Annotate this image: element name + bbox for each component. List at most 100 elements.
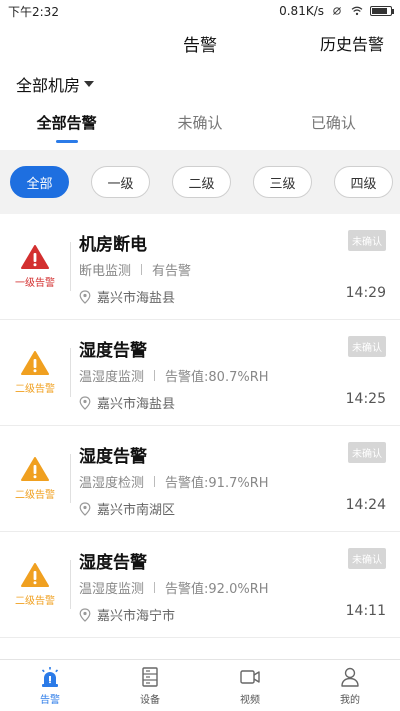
video-icon [240,669,260,684]
alarm-location-text: 嘉兴市海盐县 [97,397,176,412]
level-filter-bar: 全部 一级 二级 三级 四级 [0,150,400,214]
alarm-level: 二级告警 [0,426,70,531]
alarm-list-item[interactable]: 一级告警 机房断电 断电监测 有告警 嘉兴市海盐县 未确认 14:29 [0,214,400,320]
tab-label: 已确认 [310,114,356,132]
alarm-detail: 告警值:80.7%RH [165,370,269,385]
warning-triangle-icon [21,563,49,587]
alarm-time: 14:29 [345,285,386,301]
caret-down-icon [84,81,95,87]
alarm-title: 机房断电 [79,235,147,255]
nav-label: 告警 [40,694,60,706]
alarm-detail: 有告警 [152,264,192,279]
alarm-tabs: 全部告警 未确认 已确认 [0,104,400,150]
status-badge: 未确认 [348,442,386,463]
alarm-content: 湿度告警 温湿度监测 告警值:80.7%RH 嘉兴市海盐县 未确认 14:25 [71,320,400,425]
alarm-list: 一级告警 机房断电 断电监测 有告警 嘉兴市海盐县 未确认 14:29 二级告警… [0,214,400,659]
filter-chip-level2[interactable]: 二级 [172,166,231,198]
user-icon [341,667,359,687]
separator [154,476,156,487]
status-badge: 未确认 [348,230,386,251]
room-selector[interactable]: 全部机房 [0,64,400,104]
alarm-location: 嘉兴市南湖区 [79,499,384,518]
tab-unconfirmed[interactable]: 未确认 [133,112,266,133]
alarm-type: 温湿度监测 [79,370,145,385]
alarm-location-text: 嘉兴市海宁市 [97,609,176,624]
alarm-detail: 告警值:91.7%RH [165,476,269,491]
nav-label: 视频 [240,694,260,706]
alarm-level: 二级告警 [0,532,70,637]
tab-label: 未确认 [177,114,223,132]
alarm-subtitle: 温湿度检测 告警值:91.7%RH [79,472,384,491]
alarm-location: 嘉兴市海盐县 [79,287,384,306]
alarm-content: 机房断电 断电监测 有告警 嘉兴市海盐县 未确认 14:29 [71,214,400,319]
filter-chip-level1[interactable]: 一级 [91,166,150,198]
status-indicators: 0.81K/s [279,4,394,18]
alarm-time: 14:11 [345,603,386,619]
alarm-subtitle: 温湿度监测 告警值:80.7%RH [79,366,384,385]
alarm-detail: 告警值:92.0%RH [165,582,269,597]
alarm-level-label: 二级告警 [15,384,55,395]
tab-confirmed[interactable]: 已确认 [267,112,400,133]
alarm-type: 温湿度监测 [79,582,145,597]
nav-label: 设备 [140,694,160,706]
alarm-title: 湿度告警 [79,447,147,467]
sync-off-icon [333,7,341,15]
nav-item-alarm[interactable]: 告警 [0,660,100,711]
status-badge: 未确认 [348,336,386,357]
network-speed: 0.81K/s [279,4,324,18]
device-icon [142,666,158,687]
alarm-level-label: 一级告警 [15,278,55,289]
location-pin-icon [79,289,91,304]
alarm-list-item[interactable]: 二级告警 湿度告警 温湿度监测 告警值:92.0%RH 嘉兴市海宁市 未确认 1… [0,532,400,638]
tab-all-alarms[interactable]: 全部告警 [0,112,133,143]
alarm-list-item[interactable]: 二级告警 湿度告警 温湿度监测 告警值:80.7%RH 嘉兴市海盐县 未确认 1… [0,320,400,426]
alarm-level-label: 二级告警 [15,490,55,501]
tab-active-indicator [55,140,78,143]
alarm-time: 14:24 [345,497,386,513]
alarm-title: 湿度告警 [79,553,147,573]
tab-label: 全部告警 [36,114,97,132]
status-bar: 下午2:32 0.81K/s [0,0,400,22]
warning-triangle-icon [21,245,49,269]
filter-chip-level4[interactable]: 四级 [334,166,393,198]
bottom-nav: 告警 设备 视频 我的 [0,659,400,711]
history-alarm-button[interactable]: 历史告警 [320,31,384,55]
alarm-type: 温湿度检测 [79,476,145,491]
app-header: 告警 历史告警 [0,22,400,64]
location-pin-icon [79,501,91,516]
separator [154,582,156,593]
alarm-level-label: 二级告警 [15,596,55,607]
nav-item-video[interactable]: 视频 [200,660,300,711]
separator [154,370,156,381]
alarm-icon [41,666,59,687]
alarm-location-text: 嘉兴市海盐县 [97,291,176,306]
nav-item-device[interactable]: 设备 [100,660,200,711]
nav-item-mine[interactable]: 我的 [300,660,400,711]
warning-triangle-icon [21,457,49,481]
room-selector-label: 全部机房 [16,76,81,95]
alarm-location: 嘉兴市海宁市 [79,605,384,624]
alarm-level: 二级告警 [0,320,70,425]
alarm-location-text: 嘉兴市南湖区 [97,503,176,518]
wifi-icon [351,6,363,16]
warning-triangle-icon [21,351,49,375]
alarm-content: 湿度告警 温湿度监测 告警值:92.0%RH 嘉兴市海宁市 未确认 14:11 [71,532,400,637]
location-pin-icon [79,607,91,622]
alarm-subtitle: 断电监测 有告警 [79,260,384,279]
alarm-subtitle: 温湿度监测 告警值:92.0%RH [79,578,384,597]
alarm-level: 一级告警 [0,214,70,319]
alarm-title: 湿度告警 [79,341,147,361]
alarm-location: 嘉兴市海盐县 [79,393,384,412]
filter-chip-all[interactable]: 全部 [10,166,69,198]
filter-chip-level3[interactable]: 三级 [253,166,312,198]
location-pin-icon [79,395,91,410]
separator [141,264,143,275]
status-badge: 未确认 [348,548,386,569]
nav-label: 我的 [340,694,360,706]
alarm-list-item[interactable]: 二级告警 湿度告警 温湿度检测 告警值:91.7%RH 嘉兴市南湖区 未确认 1… [0,426,400,532]
alarm-time: 14:25 [345,391,386,407]
page-title: 告警 [183,35,217,56]
status-time: 下午2:32 [8,4,59,19]
alarm-type: 断电监测 [79,264,132,279]
alarm-content: 湿度告警 温湿度检测 告警值:91.7%RH 嘉兴市南湖区 未确认 14:24 [71,426,400,531]
